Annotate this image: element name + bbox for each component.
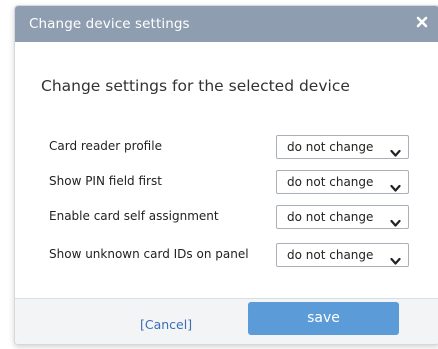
chevron-down-icon	[390, 143, 401, 162]
setting-label: Enable card self assignment	[49, 209, 219, 223]
chevron-down-icon	[390, 251, 401, 270]
setting-label: Show PIN field first	[49, 174, 162, 188]
dialog-titlebar: Change device settings	[15, 6, 438, 42]
change-device-settings-dialog: Change device settings Change settings f…	[14, 5, 438, 345]
close-icon[interactable]	[414, 14, 430, 30]
setting-row-show-unknown-card-ids: Show unknown card IDs on panel do not ch…	[49, 243, 409, 267]
select-value: do not change	[287, 210, 374, 224]
select-value: do not change	[287, 175, 374, 189]
show-pin-field-first-select[interactable]: do not change	[276, 170, 409, 194]
dialog-title: Change device settings	[29, 16, 190, 32]
select-value: do not change	[287, 248, 374, 262]
chevron-down-icon	[390, 213, 401, 232]
setting-row-enable-card-self-assignment: Enable card self assignment do not chang…	[49, 205, 409, 229]
setting-label: Show unknown card IDs on panel	[49, 247, 249, 261]
setting-row-show-pin-field-first: Show PIN field first do not change	[49, 170, 409, 194]
card-reader-profile-select[interactable]: do not change	[276, 135, 409, 159]
show-unknown-card-ids-select[interactable]: do not change	[276, 243, 409, 267]
enable-card-self-assignment-select[interactable]: do not change	[276, 205, 409, 229]
chevron-down-icon	[390, 178, 401, 197]
setting-row-card-reader-profile: Card reader profile do not change	[49, 135, 409, 159]
save-button[interactable]: save	[248, 302, 399, 335]
cancel-link[interactable]: [Cancel]	[140, 317, 192, 332]
setting-label: Card reader profile	[49, 139, 162, 153]
dialog-heading: Change settings for the selected device	[41, 77, 350, 95]
select-value: do not change	[287, 140, 374, 154]
